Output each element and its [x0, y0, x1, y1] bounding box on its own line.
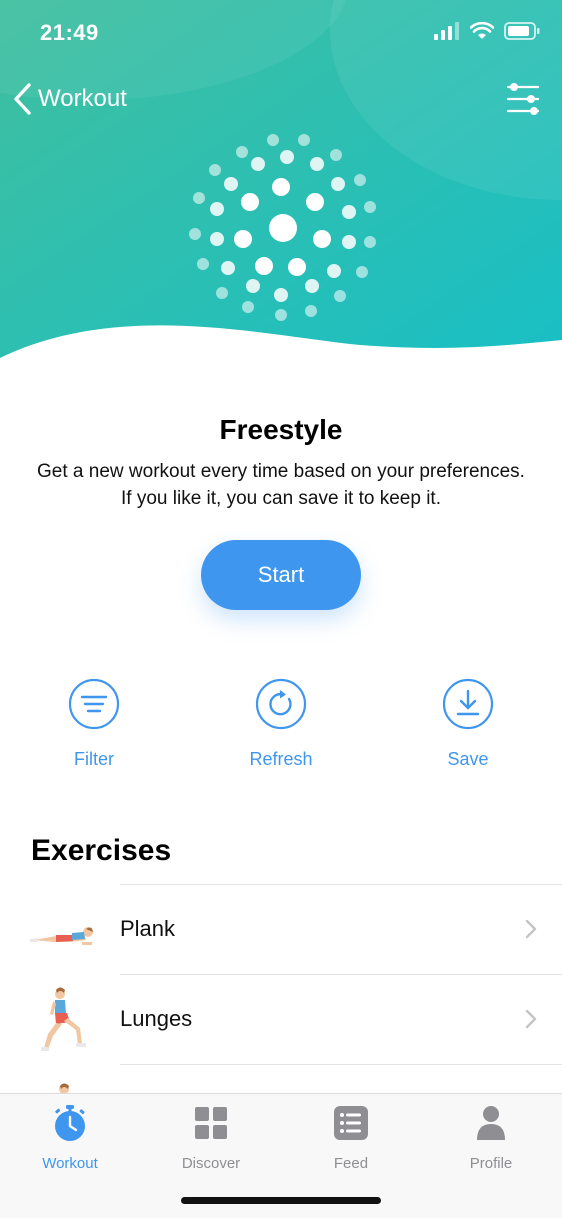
- filter-label: Filter: [74, 749, 114, 769]
- list-icon: [334, 1106, 368, 1140]
- workout-title: Freestyle: [219, 414, 343, 445]
- tab-label: Discover: [181, 1155, 241, 1172]
- chevron-right-icon: [525, 1009, 537, 1029]
- divider: [120, 974, 562, 975]
- plank-figure-icon: [30, 927, 93, 945]
- tab-discover[interactable]: Discover: [151, 1104, 271, 1172]
- navigation-bar: Workout: [0, 76, 562, 124]
- tab-profile[interactable]: Profile: [431, 1104, 551, 1172]
- tab-label: Feed: [333, 1155, 369, 1172]
- refresh-icon: [255, 678, 307, 730]
- tab-feed[interactable]: Feed: [291, 1104, 411, 1172]
- tab-label: Profile: [469, 1155, 513, 1172]
- lunges-figure-icon: [41, 987, 86, 1051]
- exercise-row-lunges[interactable]: Lunges: [0, 976, 562, 1064]
- back-button[interactable]: Workout: [12, 82, 127, 116]
- filter-button[interactable]: Filter: [34, 678, 154, 770]
- sliders-icon: [506, 83, 540, 115]
- save-button[interactable]: Save: [408, 678, 528, 770]
- status-icons: [434, 22, 540, 40]
- tab-workout[interactable]: Workout: [10, 1104, 130, 1172]
- tab-label: Workout: [42, 1155, 98, 1172]
- divider: [120, 1064, 562, 1065]
- chevron-right-icon: [525, 919, 537, 939]
- exercise-name: Plank: [120, 916, 176, 941]
- wifi-icon: [470, 22, 494, 39]
- download-icon: [442, 678, 494, 730]
- workout-description: Get a new workout every time based on yo…: [37, 461, 525, 509]
- grid-icon: [195, 1107, 227, 1139]
- save-label: Save: [447, 749, 489, 769]
- battery-icon: [504, 22, 540, 40]
- back-label: Workout: [38, 85, 127, 112]
- person-icon: [477, 1106, 505, 1140]
- exercise-row-plank[interactable]: Plank: [0, 886, 562, 974]
- preferences-button[interactable]: [506, 82, 540, 121]
- stopwatch-icon: [55, 1105, 85, 1141]
- exercise-name: Lunges: [120, 1006, 193, 1031]
- divider: [120, 884, 562, 885]
- status-bar: 21:49: [0, 0, 562, 70]
- home-indicator[interactable]: [181, 1197, 381, 1204]
- filter-icon: [68, 678, 120, 730]
- status-time: 21:49: [40, 20, 99, 45]
- chevron-left-icon: [14, 83, 31, 115]
- refresh-label: Refresh: [249, 749, 313, 769]
- signal-icon: [434, 22, 459, 40]
- refresh-button[interactable]: Refresh: [221, 678, 341, 770]
- start-button[interactable]: Start: [201, 540, 361, 610]
- partial-exercise-figure: [59, 1083, 69, 1094]
- exercises-section-title: Exercises: [31, 834, 172, 867]
